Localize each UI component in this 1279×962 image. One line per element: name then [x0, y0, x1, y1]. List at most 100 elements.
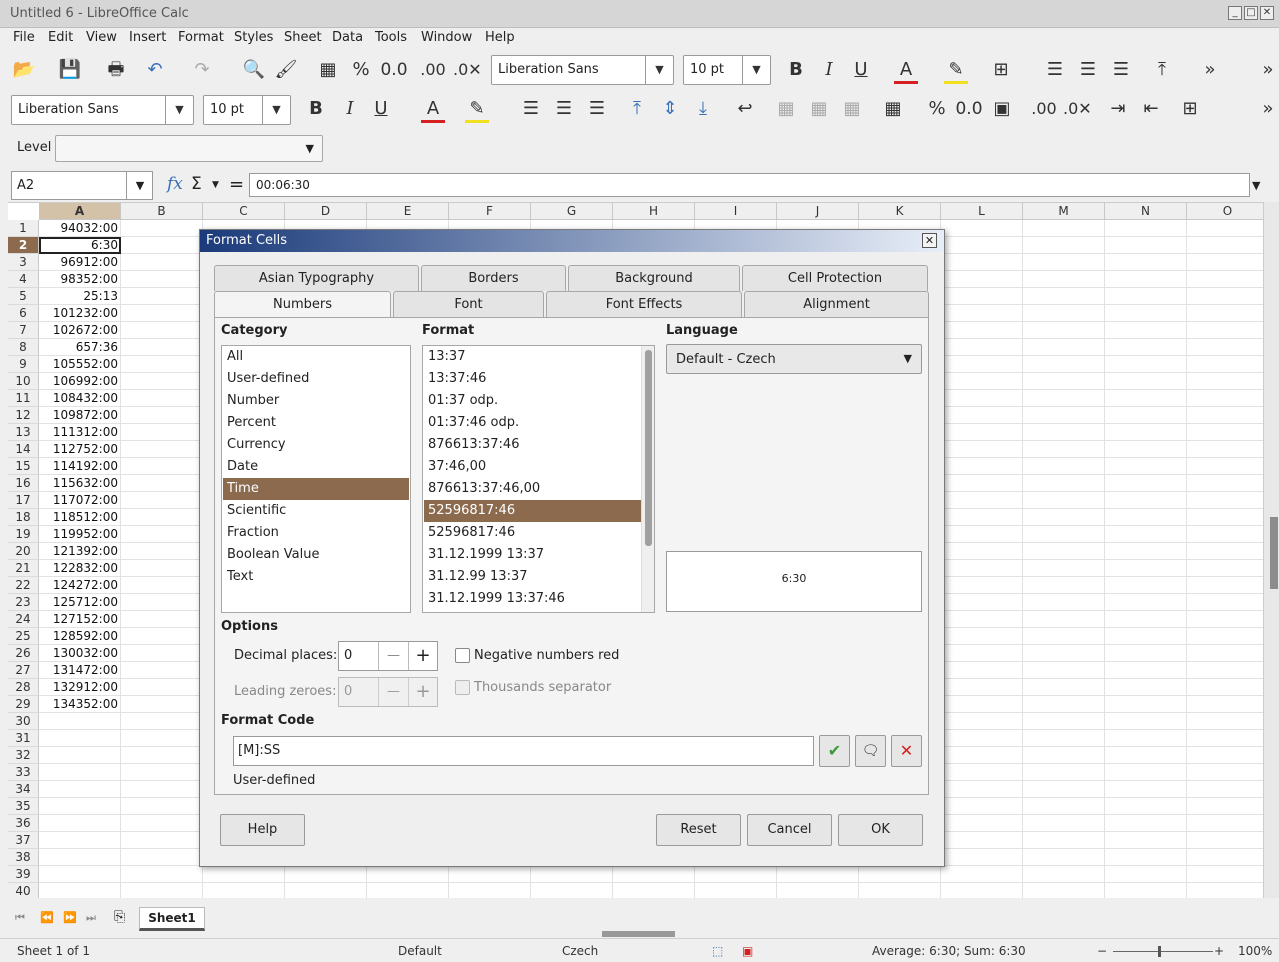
- tab-cell-protection[interactable]: Cell Protection: [742, 265, 928, 291]
- horizontal-scrollbar-thumb[interactable]: [602, 931, 675, 937]
- delete-decimal-icon[interactable]: .0✕: [453, 59, 482, 81]
- percent-format-icon[interactable]: %: [349, 59, 373, 81]
- last-sheet-icon[interactable]: ⏭: [86, 911, 96, 925]
- borders-icon[interactable]: ⊞: [989, 59, 1013, 81]
- format-item[interactable]: 52596817:46: [424, 500, 641, 522]
- format-item[interactable]: 31.12.1999 13:37:46: [424, 588, 641, 610]
- font-color-icon[interactable]: A: [421, 98, 445, 123]
- cell-a[interactable]: 657:36: [39, 339, 121, 356]
- font-color-icon[interactable]: A: [894, 59, 918, 84]
- zoom-slider[interactable]: [1113, 951, 1213, 952]
- align-top-icon[interactable]: ⤒: [625, 98, 649, 120]
- chevron-down-icon[interactable]: ▼: [165, 96, 193, 124]
- column-header[interactable]: B: [121, 203, 203, 220]
- unmerge-icon[interactable]: ▦: [840, 98, 864, 120]
- chevron-down-icon[interactable]: ▼: [262, 96, 290, 124]
- ok-button[interactable]: OK: [838, 814, 923, 846]
- format-item[interactable]: 876613:37:46: [424, 434, 641, 456]
- format-list-scrollbar[interactable]: [641, 346, 654, 612]
- add-decimal-icon[interactable]: .00: [1030, 98, 1058, 120]
- category-item[interactable]: Text: [223, 566, 409, 588]
- accept-icon[interactable]: ✔: [819, 735, 850, 767]
- menu-window[interactable]: Window: [421, 30, 472, 45]
- cell-a[interactable]: 96912:00: [39, 254, 121, 271]
- cell-a[interactable]: 25:13: [39, 288, 121, 305]
- tab-alignment[interactable]: Alignment: [744, 291, 929, 317]
- cell-a[interactable]: [39, 713, 121, 730]
- name-box[interactable]: A2 ▼: [11, 171, 153, 200]
- row-header[interactable]: 9: [8, 356, 39, 373]
- align-right-icon[interactable]: ☰: [585, 98, 609, 120]
- format-item[interactable]: 13:37: [424, 346, 641, 368]
- comment-icon[interactable]: 🗨: [855, 735, 886, 767]
- cell-a[interactable]: 132912:00: [39, 679, 121, 696]
- column-header[interactable]: M: [1023, 203, 1105, 220]
- row-header[interactable]: 13: [8, 424, 39, 441]
- increase-indent-icon[interactable]: ⇥: [1106, 98, 1130, 120]
- cell-a[interactable]: 105552:00: [39, 356, 121, 373]
- category-item[interactable]: All: [223, 346, 409, 368]
- italic-icon[interactable]: I: [817, 59, 841, 81]
- menu-sheet[interactable]: Sheet: [284, 30, 322, 45]
- cell-a[interactable]: [39, 781, 121, 798]
- row-header[interactable]: 37: [8, 832, 39, 849]
- column-header[interactable]: J: [777, 203, 859, 220]
- scrollbar-thumb[interactable]: [645, 350, 652, 546]
- row-header[interactable]: 4: [8, 271, 39, 288]
- menu-file[interactable]: File: [13, 30, 35, 45]
- font-name-combo[interactable]: Liberation Sans ▼: [11, 95, 194, 125]
- cell-a[interactable]: 108432:00: [39, 390, 121, 407]
- increment-icon[interactable]: +: [408, 642, 437, 670]
- category-item[interactable]: Currency: [223, 434, 409, 456]
- column-header[interactable]: I: [695, 203, 777, 220]
- cell-a[interactable]: [39, 815, 121, 832]
- cell-a[interactable]: 115632:00: [39, 475, 121, 492]
- tab-borders[interactable]: Borders: [421, 265, 566, 291]
- chevron-down-icon[interactable]: ▼: [212, 180, 219, 190]
- vertical-scrollbar[interactable]: [1263, 202, 1279, 898]
- font-size-combo[interactable]: 10 pt ▼: [203, 95, 291, 125]
- align-left-icon[interactable]: ☰: [1043, 59, 1067, 81]
- cell-a[interactable]: 94032:00: [39, 220, 121, 237]
- underline-icon[interactable]: U: [369, 98, 393, 120]
- cell-a[interactable]: 6:30: [39, 237, 121, 254]
- row-header[interactable]: 10: [8, 373, 39, 390]
- level-combo[interactable]: ▼: [55, 135, 323, 162]
- cell-a[interactable]: 125712:00: [39, 594, 121, 611]
- row-header[interactable]: 2: [8, 237, 39, 254]
- format-item[interactable]: 01:37:46 odp.: [424, 412, 641, 434]
- row-header[interactable]: 11: [8, 390, 39, 407]
- cell-a[interactable]: 127152:00: [39, 611, 121, 628]
- leading-zeroes-stepper[interactable]: 0 — +: [338, 677, 438, 707]
- cell-a[interactable]: 131472:00: [39, 662, 121, 679]
- format-list[interactable]: 13:37 13:37:46 01:37 odp. 01:37:46 odp. 8766…: [422, 345, 655, 613]
- cell-a[interactable]: [39, 832, 121, 849]
- row-header[interactable]: 33: [8, 764, 39, 781]
- align-left-icon[interactable]: ☰: [519, 98, 543, 120]
- percent-format-icon[interactable]: %: [925, 98, 949, 120]
- tab-font[interactable]: Font: [393, 291, 544, 317]
- row-header[interactable]: 17: [8, 492, 39, 509]
- row-header[interactable]: 14: [8, 441, 39, 458]
- number-format-icon[interactable]: 0.0: [380, 59, 408, 81]
- row-header[interactable]: 34: [8, 781, 39, 798]
- category-item[interactable]: Boolean Value: [223, 544, 409, 566]
- increment-icon[interactable]: +: [408, 678, 437, 706]
- bold-icon[interactable]: B: [784, 59, 808, 81]
- cell-a[interactable]: 130032:00: [39, 645, 121, 662]
- minimize-button[interactable]: _: [1228, 6, 1242, 20]
- align-middle-icon[interactable]: ⇕: [658, 98, 682, 120]
- column-header[interactable]: O: [1187, 203, 1263, 220]
- menu-tools[interactable]: Tools: [375, 30, 407, 45]
- cell-a[interactable]: 128592:00: [39, 628, 121, 645]
- add-sheet-icon[interactable]: ⎘: [114, 909, 125, 925]
- row-header[interactable]: 22: [8, 577, 39, 594]
- cell-a[interactable]: 102672:00: [39, 322, 121, 339]
- formula-input[interactable]: 00:06:30: [249, 173, 1250, 197]
- cell-a[interactable]: 122832:00: [39, 560, 121, 577]
- row-header[interactable]: 12: [8, 407, 39, 424]
- more-options-icon[interactable]: »: [1258, 59, 1278, 81]
- delete-decimal-icon[interactable]: .0✕: [1063, 98, 1092, 120]
- align-center-icon[interactable]: ☰: [552, 98, 576, 120]
- column-header[interactable]: N: [1105, 203, 1187, 220]
